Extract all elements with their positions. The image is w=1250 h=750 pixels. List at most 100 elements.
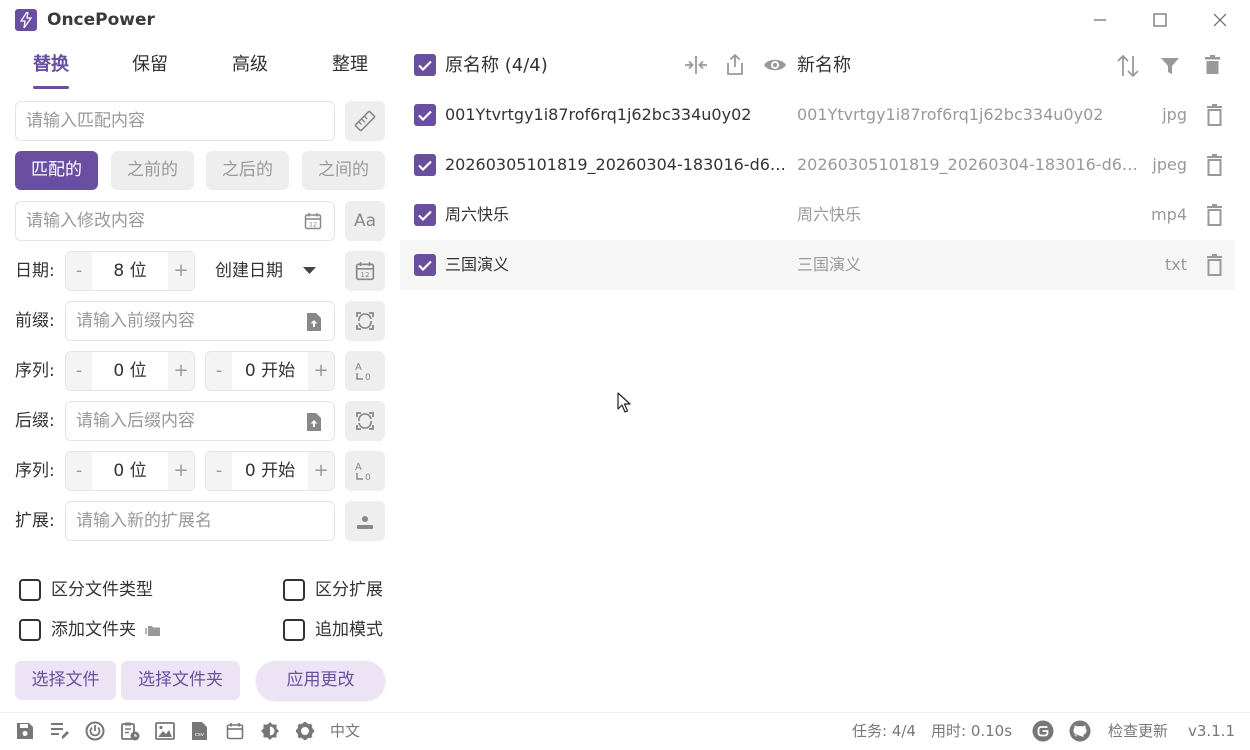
suffix-input[interactable]: 请输入后缀内容	[65, 401, 335, 441]
match-input[interactable]: 请输入匹配内容	[15, 101, 335, 141]
prefix-seq-digits-stepper[interactable]: - 0 位 +	[65, 351, 195, 391]
close-button[interactable]	[1205, 5, 1235, 35]
file-row-checkbox[interactable]	[414, 104, 436, 126]
file-new-name: 001Ytvrtgy1i87rof6rq1j62bc334u0y02	[797, 105, 1104, 124]
prefix-seq-digits-plus[interactable]: +	[168, 352, 194, 390]
sort-alpha-icon: A0	[355, 462, 371, 483]
gitee-icon[interactable]	[1032, 720, 1054, 742]
maximize-button[interactable]	[1145, 5, 1175, 35]
modify-input[interactable]: 请输入修改内容 12	[15, 201, 335, 241]
ext-user-button[interactable]	[345, 501, 385, 541]
mode-after-button[interactable]: 之后的	[206, 151, 289, 190]
github-icon[interactable]	[1069, 720, 1091, 742]
app-logo	[15, 9, 37, 31]
append-mode-label: 追加模式	[315, 620, 383, 640]
filter-icon[interactable]	[1160, 57, 1180, 75]
file-row[interactable]: 周六快乐 周六快乐 mp4	[400, 190, 1235, 240]
suffix-seq-start-stepper[interactable]: - 0 开始 +	[205, 451, 335, 491]
csv-file-icon[interactable]: csv	[189, 720, 211, 742]
suffix-seq-start-plus[interactable]: +	[308, 452, 334, 490]
file-upload-icon[interactable]	[306, 412, 322, 432]
tab-keep[interactable]: 保留	[132, 50, 168, 80]
trash-icon[interactable]	[1206, 204, 1223, 226]
export-icon[interactable]	[726, 54, 744, 76]
active-tab-indicator	[33, 86, 69, 89]
add-folder-checkbox[interactable]	[19, 619, 41, 641]
trash-icon[interactable]	[1206, 104, 1223, 126]
language-button[interactable]: 中文	[330, 720, 360, 742]
file-upload-icon[interactable]	[306, 312, 322, 332]
suffix-seq-start-minus[interactable]: -	[206, 452, 232, 490]
calendar-icon[interactable]: 12	[304, 212, 322, 230]
mode-before-button[interactable]: 之前的	[111, 151, 194, 190]
save-icon[interactable]	[14, 720, 36, 742]
image-icon[interactable]	[154, 720, 176, 742]
eye-icon[interactable]	[763, 56, 787, 74]
person-icon	[357, 516, 373, 529]
date-digits-plus[interactable]: +	[168, 252, 194, 290]
file-original-name: 20260305101819_20260304-183016-d67...	[445, 155, 790, 174]
split-icon[interactable]	[684, 55, 708, 75]
file-row[interactable]: 001Ytvrtgy1i87rof6rq1j62bc334u0y02 001Yt…	[400, 90, 1235, 140]
trash-icon[interactable]	[1206, 254, 1223, 276]
clear-all-trash-icon[interactable]	[1204, 55, 1221, 75]
case-button[interactable]: Aa	[345, 201, 385, 241]
date-type-select[interactable]: 创建日期	[215, 251, 283, 291]
calendar-icon[interactable]	[224, 720, 246, 742]
check-update-link[interactable]: 检查更新	[1108, 720, 1168, 742]
file-row[interactable]: 20260305101819_20260304-183016-d67... 20…	[400, 140, 1235, 190]
date-calendar-button[interactable]: 12	[345, 251, 385, 291]
clipboard-clock-icon[interactable]	[119, 720, 141, 742]
date-digits-stepper[interactable]: - 8 位 +	[65, 251, 195, 291]
sort-icon[interactable]	[1116, 54, 1140, 78]
ext-input[interactable]: 请输入新的扩展名	[65, 501, 335, 541]
mode-match-button[interactable]: 匹配的	[15, 151, 98, 190]
prefix-swap-button[interactable]	[345, 301, 385, 341]
select-files-button[interactable]: 选择文件	[15, 661, 116, 700]
suffix-seq-digits-plus[interactable]: +	[168, 452, 194, 490]
suffix-seq-order-button[interactable]: A0	[345, 451, 385, 491]
ruler-button[interactable]	[345, 101, 385, 141]
tab-advanced[interactable]: 高级	[232, 50, 268, 80]
distinguish-type-checkbox[interactable]	[19, 579, 41, 601]
chevron-down-icon	[303, 267, 316, 275]
tab-organize[interactable]: 整理	[332, 50, 368, 80]
suffix-swap-button[interactable]	[345, 401, 385, 441]
new-name-header: 新名称	[797, 55, 851, 76]
file-row-checkbox[interactable]	[414, 154, 436, 176]
ext-label: 扩展:	[15, 511, 55, 531]
apply-changes-button[interactable]: 应用更改	[256, 661, 385, 700]
suffix-seq-digits-value: 0 位	[113, 461, 147, 481]
prefix-seq-digits-minus[interactable]: -	[66, 352, 92, 390]
svg-text:12: 12	[360, 270, 369, 279]
file-row[interactable]: 三国演义 三国演义 txt	[400, 240, 1235, 290]
date-type-value: 创建日期	[215, 261, 283, 281]
power-icon[interactable]	[84, 720, 106, 742]
append-mode-checkbox[interactable]	[283, 619, 305, 641]
distinguish-ext-checkbox[interactable]	[283, 579, 305, 601]
date-digits-minus[interactable]: -	[66, 252, 92, 290]
add-folder-label: 添加文件夹	[51, 620, 136, 640]
task-count: 任务: 4/4	[852, 722, 916, 740]
prefix-input[interactable]: 请输入前缀内容	[65, 301, 335, 341]
select-folder-button[interactable]: 选择文件夹	[121, 661, 240, 700]
theme-icon[interactable]	[259, 720, 281, 742]
tab-replace[interactable]: 替换	[33, 50, 69, 80]
prefix-seq-start-plus[interactable]: +	[308, 352, 334, 390]
prefix-seq-start-value: 0 开始	[244, 361, 296, 381]
suffix-input-placeholder: 请输入后缀内容	[76, 411, 195, 431]
suffix-seq-digits-stepper[interactable]: - 0 位 +	[65, 451, 195, 491]
mode-between-button[interactable]: 之间的	[302, 151, 385, 190]
calendar-icon: 12	[355, 262, 375, 281]
prefix-seq-start-minus[interactable]: -	[206, 352, 232, 390]
prefix-seq-start-stepper[interactable]: - 0 开始 +	[205, 351, 335, 391]
prefix-seq-order-button[interactable]: A0	[345, 351, 385, 391]
list-edit-icon[interactable]	[49, 720, 71, 742]
file-row-checkbox[interactable]	[414, 254, 436, 276]
select-all-checkbox[interactable]	[414, 54, 436, 76]
gear-icon[interactable]	[294, 720, 316, 742]
trash-icon[interactable]	[1206, 154, 1223, 176]
minimize-button[interactable]	[1085, 5, 1115, 35]
suffix-seq-digits-minus[interactable]: -	[66, 452, 92, 490]
file-row-checkbox[interactable]	[414, 204, 436, 226]
